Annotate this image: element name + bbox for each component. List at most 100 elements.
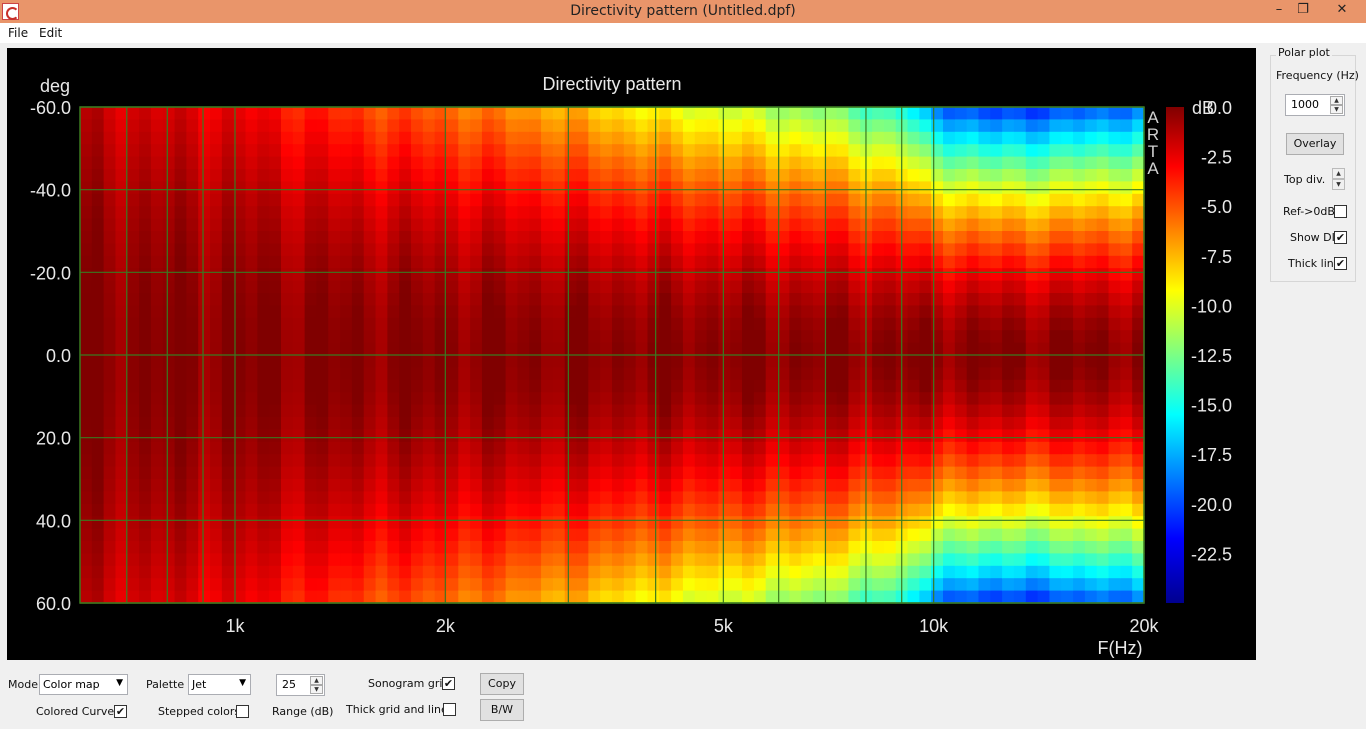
heatmap-cell bbox=[990, 454, 1003, 468]
heatmap-cell bbox=[127, 454, 140, 468]
heatmap-cell bbox=[210, 466, 223, 480]
heatmap-cell bbox=[422, 466, 436, 480]
top-div-stepper[interactable]: ▲ ▼ bbox=[1332, 168, 1345, 190]
heatmap-cell bbox=[1084, 392, 1098, 406]
up-arrow-icon[interactable]: ▲ bbox=[310, 676, 323, 685]
heatmap-cell bbox=[292, 305, 306, 319]
heatmap-cell bbox=[1061, 107, 1074, 120]
palette-select[interactable]: Jet ▼ bbox=[188, 674, 251, 695]
heatmap-cell bbox=[399, 392, 412, 406]
range-value[interactable]: 25 bbox=[282, 678, 296, 691]
heatmap-cell bbox=[1025, 491, 1039, 505]
show-di-checkbox[interactable]: ✔ bbox=[1334, 231, 1347, 244]
copy-button[interactable]: Copy bbox=[480, 673, 524, 695]
minimize-button[interactable]: – bbox=[1268, 0, 1290, 22]
heatmap-cell bbox=[221, 578, 235, 592]
heatmap-cell bbox=[836, 355, 850, 368]
heatmap-cell bbox=[304, 516, 318, 530]
mode-select[interactable]: Color map ▼ bbox=[39, 674, 128, 695]
heatmap-cell bbox=[1025, 429, 1039, 443]
heatmap-cell bbox=[198, 553, 211, 567]
heatmap-cell bbox=[422, 454, 436, 468]
heatmap-cell bbox=[564, 218, 578, 232]
heatmap-cell bbox=[931, 156, 944, 170]
colored-curves-checkbox[interactable]: ✔ bbox=[114, 705, 127, 718]
close-button[interactable]: ✕ bbox=[1318, 0, 1366, 22]
heatmap-cell bbox=[706, 144, 719, 158]
maximize-button[interactable]: ❐ bbox=[1292, 0, 1314, 22]
heatmap-cell bbox=[564, 181, 578, 195]
thick-line-checkbox[interactable]: ✔ bbox=[1334, 257, 1347, 270]
frequency-stepper[interactable]: 1000 ▲ ▼ bbox=[1285, 94, 1345, 116]
palette-value: Jet bbox=[192, 678, 207, 691]
heatmap-cell bbox=[919, 156, 932, 170]
heatmap-cell bbox=[1108, 367, 1121, 381]
heatmap-cell bbox=[340, 379, 353, 393]
heatmap-cell bbox=[103, 293, 117, 306]
heatmap-cell bbox=[907, 404, 920, 418]
heatmap-cell bbox=[505, 243, 519, 257]
heatmap-cell bbox=[186, 491, 199, 505]
range-stepper[interactable]: 25 ▲ ▼ bbox=[276, 674, 325, 696]
heatmap-cell bbox=[943, 367, 956, 381]
heatmap-cell bbox=[103, 206, 117, 220]
heatmap-cell bbox=[919, 479, 932, 492]
heatmap-cell bbox=[647, 466, 660, 480]
heatmap-cell bbox=[765, 305, 779, 319]
down-arrow-icon[interactable]: ▼ bbox=[1330, 105, 1343, 114]
heatmap-cell bbox=[1120, 541, 1133, 554]
heatmap-cell bbox=[422, 231, 436, 244]
sonogram-grid-checkbox[interactable]: ✔ bbox=[442, 677, 455, 690]
heatmap-cell bbox=[269, 392, 282, 406]
heatmap-cell bbox=[186, 193, 199, 207]
heatmap-cell bbox=[186, 169, 199, 182]
heatmap-cell bbox=[375, 330, 388, 344]
heatmap-cell bbox=[990, 367, 1003, 381]
heatmap-cell bbox=[269, 268, 282, 282]
menu-file[interactable]: File bbox=[8, 26, 28, 40]
heatmap-cell bbox=[1096, 590, 1110, 604]
menu-edit[interactable]: Edit bbox=[39, 26, 62, 40]
heatmap-cell bbox=[186, 541, 199, 554]
down-arrow-icon[interactable]: ▼ bbox=[310, 685, 323, 694]
heatmap-cell bbox=[1049, 317, 1062, 331]
heatmap-cell bbox=[1025, 528, 1039, 542]
heatmap-cell bbox=[742, 355, 755, 368]
heatmap-cell bbox=[872, 441, 885, 455]
heatmap-cell bbox=[1096, 218, 1110, 232]
heatmap-cell bbox=[919, 268, 932, 282]
heatmap-cell bbox=[115, 330, 128, 344]
heatmap-cell bbox=[328, 553, 341, 567]
heatmap-cell bbox=[552, 429, 566, 443]
heatmap-cell bbox=[576, 156, 589, 170]
heatmap-cell bbox=[387, 441, 400, 455]
heatmap-cell bbox=[848, 268, 861, 282]
bw-button[interactable]: B/W bbox=[480, 699, 524, 721]
stepped-colors-checkbox[interactable] bbox=[236, 705, 249, 718]
heatmap-cell bbox=[706, 317, 719, 331]
heatmap-cell bbox=[647, 268, 660, 282]
heatmap-cell bbox=[103, 503, 117, 517]
heatmap-cell bbox=[351, 565, 365, 579]
heatmap-cell bbox=[280, 516, 294, 530]
heatmap-cell bbox=[470, 429, 483, 443]
heatmap-cell bbox=[836, 479, 850, 492]
heatmap-cell bbox=[659, 392, 672, 406]
up-arrow-icon[interactable]: ▲ bbox=[1330, 96, 1343, 105]
heatmap-cell bbox=[694, 293, 708, 306]
heatmap-cell bbox=[470, 181, 483, 195]
overlay-button[interactable]: Overlay bbox=[1286, 133, 1344, 155]
heatmap-cell bbox=[174, 243, 187, 257]
thick-grid-checkbox[interactable] bbox=[443, 703, 456, 716]
frequency-value[interactable]: 1000 bbox=[1291, 98, 1319, 111]
heatmap-cell bbox=[1037, 379, 1051, 393]
heatmap-cell bbox=[529, 243, 542, 257]
ref-0db-checkbox[interactable] bbox=[1334, 205, 1347, 218]
heatmap-cell bbox=[848, 255, 861, 269]
heatmap-cell bbox=[718, 417, 731, 430]
heatmap-cell bbox=[966, 317, 980, 331]
heatmap-cell bbox=[552, 578, 566, 592]
heatmap-cell bbox=[730, 342, 743, 356]
heatmap-cell bbox=[340, 317, 353, 331]
heatmap-cell bbox=[647, 231, 660, 244]
